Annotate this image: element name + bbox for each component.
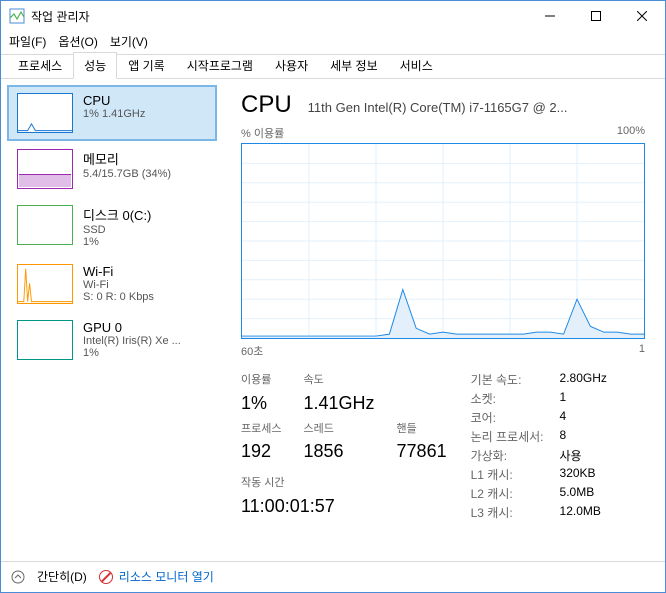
close-button[interactable] bbox=[619, 1, 665, 31]
resmon-icon bbox=[99, 570, 113, 584]
sidebar-mem-name: 메모리 bbox=[83, 149, 207, 168]
tab-startup[interactable]: 시작프로그램 bbox=[176, 52, 264, 79]
sidebar-gpu-name: GPU 0 bbox=[83, 320, 207, 335]
sidebar-wifi-sub2: S: 0 R: 0 Kbps bbox=[83, 291, 207, 303]
l3-val: 12.0MB bbox=[560, 504, 607, 521]
sidebar-gpu-sub1: Intel(R) Iris(R) Xe ... bbox=[83, 335, 207, 347]
cpu-model: 11th Gen Intel(R) Core(TM) i7-1165G7 @ 2… bbox=[308, 100, 568, 115]
footer: 간단히(D) 리소스 모니터 열기 bbox=[1, 561, 665, 591]
tab-services[interactable]: 서비스 bbox=[389, 52, 444, 79]
app-icon bbox=[9, 8, 25, 24]
menu-file[interactable]: 파일(F) bbox=[9, 33, 46, 50]
brief-button[interactable]: 간단히(D) bbox=[37, 568, 87, 585]
chevron-up-icon bbox=[11, 570, 25, 584]
virt-val: 사용 bbox=[560, 447, 607, 464]
util-label: 이용률 bbox=[241, 371, 281, 391]
sidebar-wifi-sub1: Wi-Fi bbox=[83, 279, 207, 291]
wifi-thumb-icon bbox=[17, 264, 73, 304]
chart-ymax: 100% bbox=[617, 125, 645, 141]
proc-value: 192 bbox=[241, 441, 281, 466]
menu-view[interactable]: 보기(V) bbox=[110, 33, 148, 50]
l1-key: L1 캐시: bbox=[471, 466, 544, 483]
logical-key: 논리 프로세서: bbox=[471, 428, 544, 445]
sidebar-mem-sub: 5.4/15.7GB (34%) bbox=[83, 168, 207, 180]
sidebar-disk-name: 디스크 0(C:) bbox=[83, 205, 207, 224]
l3-key: L3 캐시: bbox=[471, 504, 544, 521]
cores-val: 4 bbox=[560, 409, 607, 426]
virt-key: 가상화: bbox=[471, 447, 544, 464]
uptime-value: 11:00:01:57 bbox=[241, 496, 447, 521]
proc-label: 프로세스 bbox=[241, 420, 281, 440]
tab-users[interactable]: 사용자 bbox=[264, 52, 319, 79]
sidebar-item-gpu[interactable]: GPU 0 Intel(R) Iris(R) Xe ... 1% bbox=[7, 312, 217, 368]
sidebar-item-disk[interactable]: 디스크 0(C:) SSD 1% bbox=[7, 197, 217, 256]
util-value: 1% bbox=[241, 393, 281, 418]
sockets-val: 1 bbox=[560, 390, 607, 407]
thread-value: 1856 bbox=[303, 441, 374, 466]
speed-label: 속도 bbox=[303, 371, 374, 391]
l2-val: 5.0MB bbox=[560, 485, 607, 502]
gpu-thumb-icon bbox=[17, 320, 73, 360]
uptime-label: 작동 시간 bbox=[241, 474, 447, 494]
basespeed-val: 2.80GHz bbox=[560, 371, 607, 388]
menu-option[interactable]: 옵션(O) bbox=[58, 33, 97, 50]
disk-thumb-icon bbox=[17, 205, 73, 245]
sidebar-item-cpu[interactable]: CPU 1% 1.41GHz bbox=[7, 85, 217, 141]
sidebar: CPU 1% 1.41GHz 메모리 5.4/15.7GB (34%) 디스크 … bbox=[1, 79, 217, 561]
sidebar-cpu-name: CPU bbox=[83, 93, 207, 108]
sidebar-cpu-sub: 1% 1.41GHz bbox=[83, 108, 207, 120]
main-title: CPU bbox=[241, 91, 292, 119]
tab-processes[interactable]: 프로세스 bbox=[7, 52, 73, 79]
handle-value: 77861 bbox=[397, 441, 447, 466]
sidebar-item-memory[interactable]: 메모리 5.4/15.7GB (34%) bbox=[7, 141, 217, 197]
sidebar-disk-sub2: 1% bbox=[83, 236, 207, 248]
chart-ylabel: % 이용률 bbox=[241, 125, 284, 141]
minimize-button[interactable] bbox=[527, 1, 573, 31]
cpu-thumb-icon bbox=[17, 93, 73, 133]
tab-app-history[interactable]: 앱 기록 bbox=[117, 52, 175, 79]
tab-details[interactable]: 세부 정보 bbox=[319, 52, 389, 79]
basespeed-key: 기본 속도: bbox=[471, 371, 544, 388]
cpu-chart bbox=[241, 143, 645, 339]
resource-monitor-link[interactable]: 리소스 모니터 열기 bbox=[119, 568, 214, 585]
sidebar-item-wifi[interactable]: Wi-Fi Wi-Fi S: 0 R: 0 Kbps bbox=[7, 256, 217, 312]
memory-thumb-icon bbox=[17, 149, 73, 189]
window-title: 작업 관리자 bbox=[31, 8, 527, 25]
tabs: 프로세스 성능 앱 기록 시작프로그램 사용자 세부 정보 서비스 bbox=[1, 55, 665, 79]
handle-label: 핸들 bbox=[397, 420, 447, 440]
main-panel: CPU 11th Gen Intel(R) Core(TM) i7-1165G7… bbox=[217, 79, 665, 561]
sidebar-gpu-sub2: 1% bbox=[83, 347, 207, 359]
sidebar-disk-sub1: SSD bbox=[83, 224, 207, 236]
l1-val: 320KB bbox=[560, 466, 607, 483]
titlebar: 작업 관리자 bbox=[1, 1, 665, 31]
sidebar-wifi-name: Wi-Fi bbox=[83, 264, 207, 279]
tab-performance[interactable]: 성능 bbox=[73, 52, 117, 79]
speed-value: 1.41GHz bbox=[303, 393, 374, 418]
maximize-button[interactable] bbox=[573, 1, 619, 31]
sockets-key: 소켓: bbox=[471, 390, 544, 407]
thread-label: 스레드 bbox=[303, 420, 374, 440]
l2-key: L2 캐시: bbox=[471, 485, 544, 502]
logical-val: 8 bbox=[560, 428, 607, 445]
cores-key: 코어: bbox=[471, 409, 544, 426]
chart-xleft: 60초 bbox=[241, 343, 263, 359]
chart-xright: 1 bbox=[639, 343, 645, 359]
